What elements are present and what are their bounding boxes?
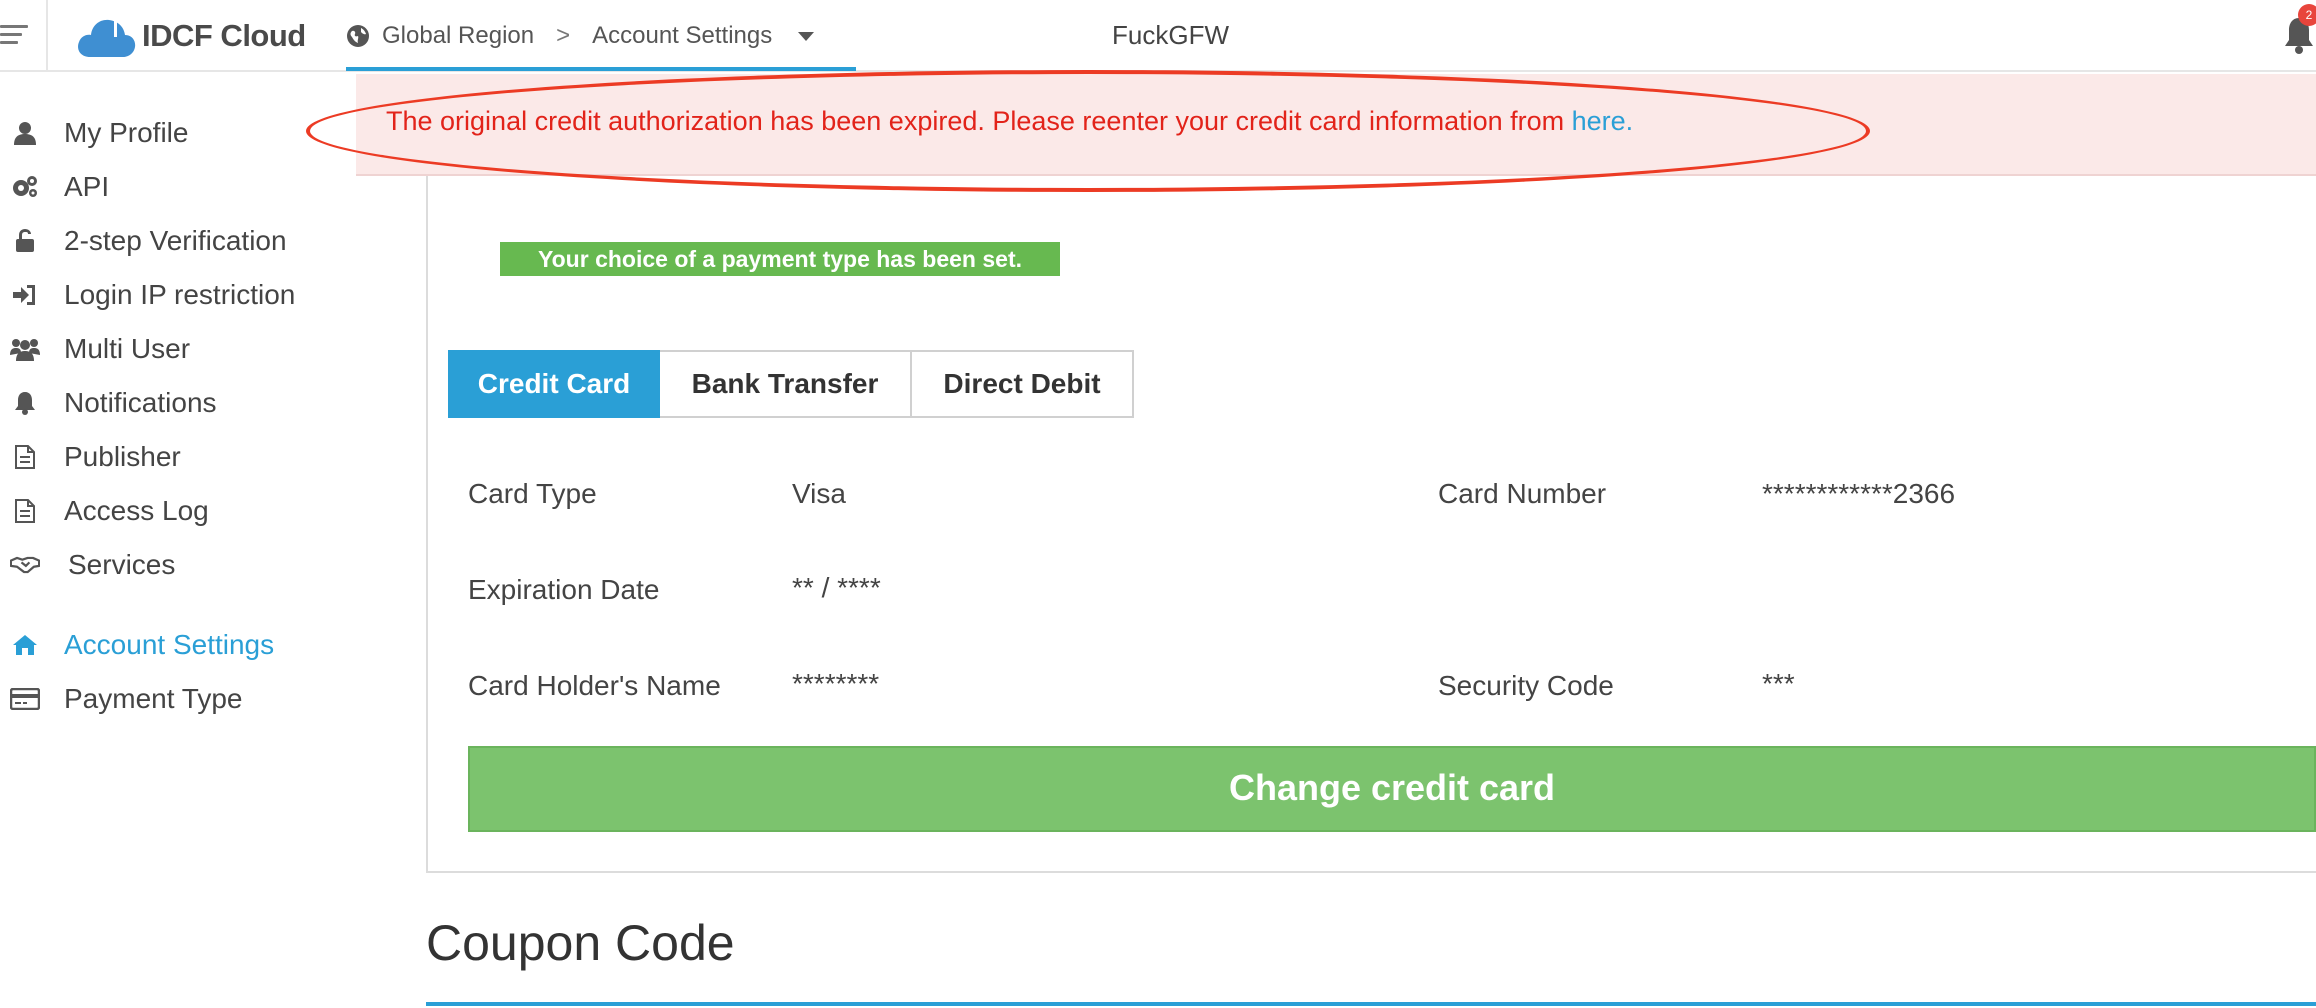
sidebar-item-label: API <box>64 171 110 202</box>
change-credit-card-button[interactable]: Change credit card <box>468 746 2316 832</box>
document-icon <box>10 442 40 472</box>
notification-badge: 2 <box>2298 4 2316 26</box>
top-bar: IDCF Cloud Global Region > Account Setti… <box>0 0 2316 72</box>
expiration-date-label: Expiration Date <box>468 574 660 605</box>
hamburger-menu-icon[interactable] <box>0 20 28 50</box>
sidebar-item-label: My Profile <box>64 117 189 148</box>
security-code-label: Security Code <box>1438 670 1614 701</box>
expired-credit-alert: The original credit authorization has be… <box>356 74 2316 176</box>
tab-credit-card[interactable]: Credit Card <box>448 350 660 418</box>
top-divider <box>46 0 48 72</box>
sidebar-item-label: Services <box>68 549 176 580</box>
security-code-value: *** <box>1762 668 1795 699</box>
coupon-code-heading: Coupon Code <box>426 915 735 971</box>
region-link[interactable]: Global Region <box>382 22 534 50</box>
current-page-crumb[interactable]: Account Settings <box>592 22 772 50</box>
logo-text: IDCF Cloud <box>142 18 306 53</box>
alert-here-link[interactable]: here. <box>1572 106 1634 136</box>
document-icon <box>10 496 40 526</box>
sidebar: My Profile API 2-step Verification Login… <box>0 72 330 1008</box>
sidebar-item-label: Payment Type <box>64 683 243 714</box>
bell-icon <box>10 388 40 418</box>
card-holder-name-value: ******** <box>792 668 880 699</box>
sign-in-icon <box>10 280 40 310</box>
account-name[interactable]: FuckGFW <box>1112 0 1229 72</box>
payment-type-tabs: Credit Card Bank Transfer Direct Debit <box>448 350 1134 418</box>
alert-message-text: The original credit authorization has be… <box>386 106 1572 136</box>
credit-card-icon <box>10 684 40 714</box>
sidebar-item-label: Notifications <box>64 387 217 418</box>
card-number-value: ************2366 <box>1762 478 1956 509</box>
sidebar-item-label: Login IP restriction <box>64 279 296 310</box>
sidebar-item-label: Multi User <box>64 333 191 364</box>
card-type-value: Visa <box>792 478 846 509</box>
breadcrumb: Global Region > Account Settings <box>346 0 815 72</box>
breadcrumb-underline <box>346 67 856 71</box>
handshake-icon <box>10 550 40 580</box>
user-icon <box>10 118 40 148</box>
expiration-date-value: ** / **** <box>792 572 881 603</box>
tab-direct-debit[interactable]: Direct Debit <box>912 350 1134 418</box>
sidebar-item-label: 2-step Verification <box>64 225 287 256</box>
success-badge: Your choice of a payment type has been s… <box>500 242 1060 276</box>
breadcrumb-separator: > <box>556 22 571 49</box>
card-number-label: Card Number <box>1438 478 1607 509</box>
users-icon <box>10 334 40 364</box>
chevron-down-icon[interactable] <box>798 31 815 41</box>
tab-bank-transfer[interactable]: Bank Transfer <box>660 350 912 418</box>
home-icon <box>10 630 40 660</box>
globe-icon <box>347 25 369 47</box>
cloud-logo-icon <box>78 15 136 57</box>
card-holder-name-label: Card Holder's Name <box>468 670 721 701</box>
sidebar-item-label: Publisher <box>64 441 181 472</box>
sidebar-item-payment-type[interactable]: Payment Type <box>0 664 330 734</box>
sidebar-item-label: Access Log <box>64 495 209 526</box>
sidebar-item-services[interactable]: Services <box>0 530 330 600</box>
card-type-label: Card Type <box>468 478 597 509</box>
gears-icon <box>10 172 40 202</box>
alert-message: The original credit authorization has be… <box>386 106 1633 137</box>
unlock-icon <box>10 226 40 256</box>
coupon-heading-underline <box>426 1002 2316 1006</box>
sidebar-item-label: Account Settings <box>64 629 275 660</box>
logo[interactable]: IDCF Cloud <box>76 8 306 64</box>
